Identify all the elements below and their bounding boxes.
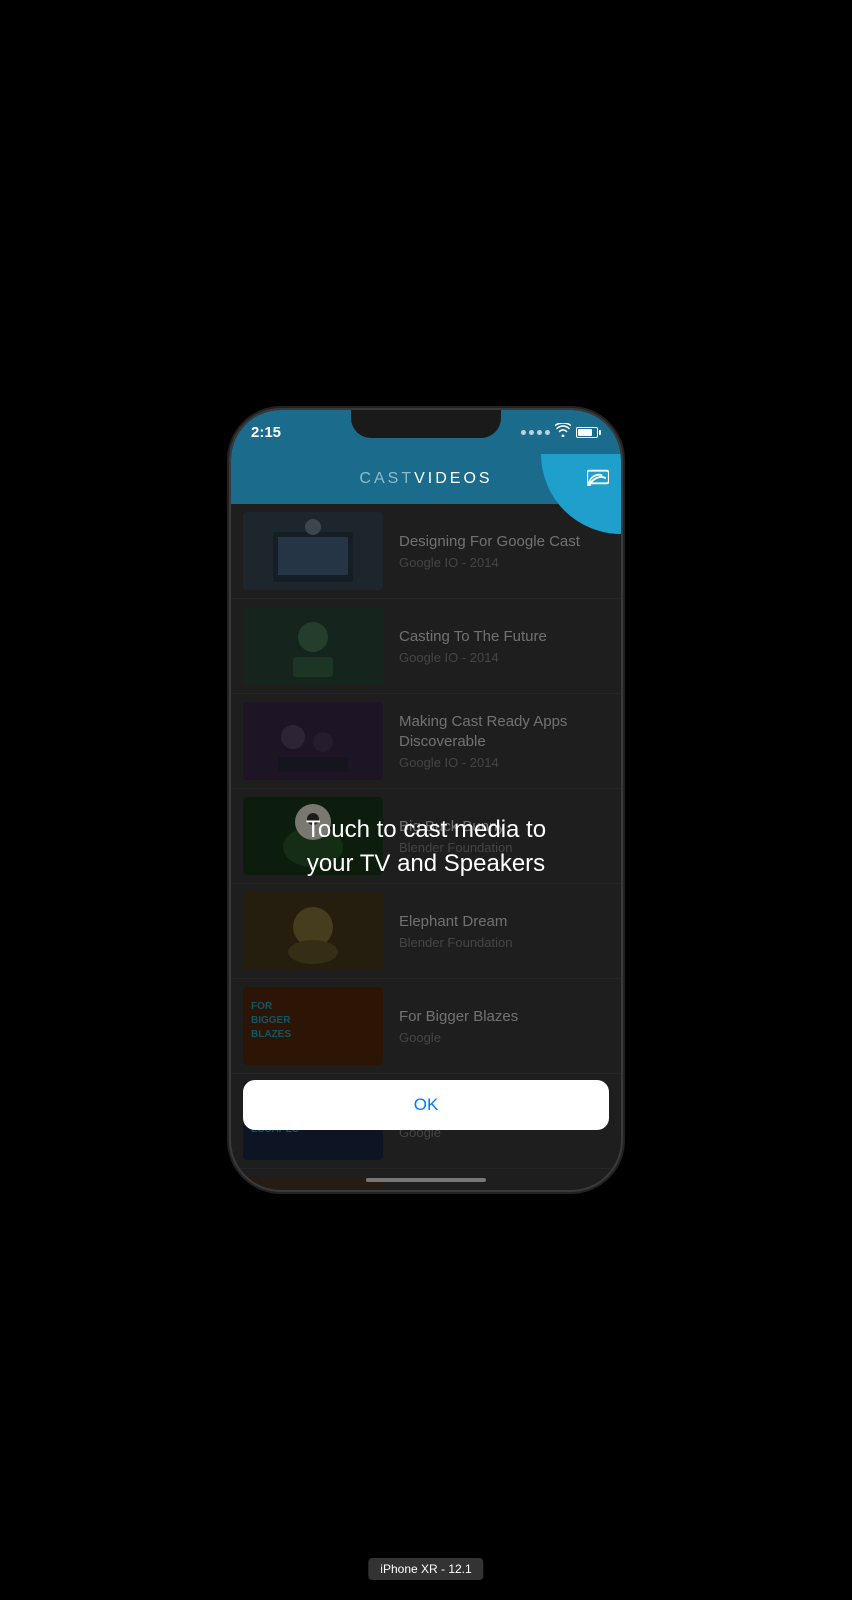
signal-dot-4: [545, 430, 550, 435]
signal-dot-3: [537, 430, 542, 435]
notch: [351, 410, 501, 438]
device-label: iPhone XR - 12.1: [368, 1558, 483, 1580]
ok-button-container: OK: [243, 1080, 609, 1130]
phone-screen: 2:15: [231, 410, 621, 1190]
cast-icon: [587, 466, 609, 492]
wifi-icon: [555, 423, 571, 442]
signal-dots: [521, 430, 550, 435]
ok-button[interactable]: OK: [243, 1080, 609, 1130]
ok-button-label: OK: [414, 1095, 439, 1115]
status-time: 2:15: [251, 424, 281, 441]
app-title: CASTVIDEOS: [359, 470, 492, 488]
status-icons: [521, 423, 601, 442]
signal-dot-1: [521, 430, 526, 435]
home-indicator: [366, 1178, 486, 1182]
cast-overlay-text: Touch to cast media to your TV and Speak…: [276, 793, 576, 900]
battery-icon: [576, 427, 601, 438]
signal-dot-2: [529, 430, 534, 435]
phone-frame: 2:15: [231, 410, 621, 1190]
